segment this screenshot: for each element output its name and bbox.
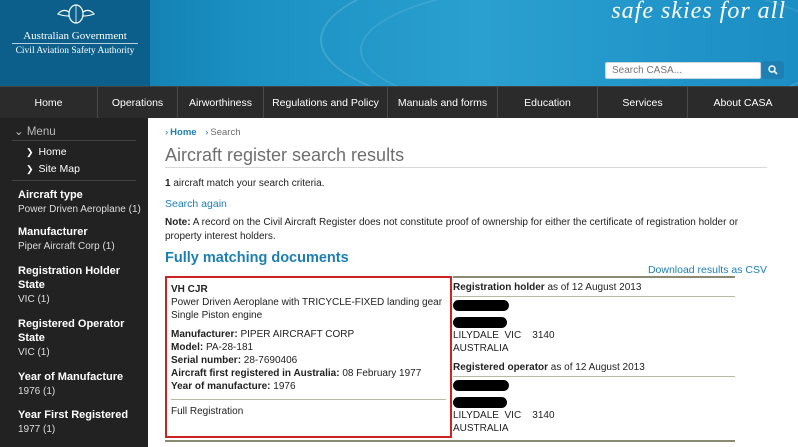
facet-title-registered-operator-state: Registered Operator State bbox=[18, 318, 125, 344]
holder-city-line: LILYDALE VIC 3140 bbox=[453, 330, 555, 341]
sidebar-link-home[interactable]: ❯ Home bbox=[26, 146, 67, 158]
breadcrumb-home-link[interactable]: Home bbox=[170, 127, 196, 138]
chevron-right-icon: › bbox=[165, 127, 169, 138]
operator-divider bbox=[453, 376, 735, 377]
page-title: Aircraft register search results bbox=[165, 145, 405, 165]
facet-value-manufacturer[interactable]: Piper Aircraft Corp (1) bbox=[18, 241, 115, 252]
year-of-manufacture-value: 1976 bbox=[270, 381, 296, 392]
nav-airworthiness[interactable]: Airworthiness bbox=[178, 87, 264, 119]
redacted-operator-name bbox=[453, 380, 509, 391]
holder-operator-column: Registration holder as of 12 August 2013… bbox=[453, 276, 735, 435]
facet-value-year-of-manufacture[interactable]: 1976 (1) bbox=[18, 386, 55, 397]
note-label: Note: bbox=[165, 217, 191, 228]
site-search-input[interactable] bbox=[605, 62, 761, 79]
operator-city-line: LILYDALE VIC 3140 bbox=[453, 410, 555, 421]
menu-toggle[interactable]: ⌄ Menu bbox=[14, 124, 56, 138]
registration-mark[interactable]: VH CJR bbox=[171, 283, 446, 296]
facet-title-manufacturer: Manufacturer bbox=[18, 226, 88, 238]
first-registered-label: Aircraft first registered in Australia: bbox=[171, 368, 340, 379]
sidebar-divider bbox=[12, 140, 136, 141]
coat-of-arms-icon bbox=[57, 4, 95, 24]
breadcrumb: › Home › Search bbox=[165, 127, 241, 138]
first-registered-value: 08 February 1977 bbox=[339, 368, 422, 379]
first-registered-row: Aircraft first registered in Australia: … bbox=[171, 367, 446, 380]
sidebar: ⌄ Menu ❯ Home ❯ Site Map Aircraft type Pow… bbox=[0, 118, 148, 447]
chevron-right-icon: ❯ bbox=[26, 147, 34, 157]
authority-name: Civil Aviation Safety Authority bbox=[15, 46, 135, 56]
facet-value-registration-holder-state[interactable]: VIC (1) bbox=[18, 294, 50, 305]
aircraft-description: Power Driven Aeroplane with TRICYCLE-FIX… bbox=[171, 297, 443, 308]
facet-value-year-first-registered[interactable]: 1977 (1) bbox=[18, 424, 55, 435]
main-navigation: Home Operations Airworthiness Regulation… bbox=[0, 86, 798, 119]
nav-home[interactable]: Home bbox=[0, 87, 98, 119]
facet-value-aircraft-type[interactable]: Power Driven Aeroplane (1) bbox=[18, 204, 141, 215]
nav-operations[interactable]: Operations bbox=[98, 87, 178, 119]
site-search-button[interactable] bbox=[762, 61, 784, 79]
chevron-right-icon: ❯ bbox=[26, 164, 34, 174]
download-csv-link[interactable]: Download results as CSV bbox=[648, 264, 767, 276]
record-bottom-rule bbox=[165, 440, 735, 442]
serial-label: Serial number: bbox=[171, 355, 242, 366]
redacted-operator-address bbox=[453, 397, 507, 408]
registration-holder-label: Registration holder bbox=[453, 282, 545, 293]
site-header: Australian Government Civil Aviation Saf… bbox=[0, 0, 798, 86]
logo-divider bbox=[12, 43, 138, 44]
sidebar-link-site-map[interactable]: ❯ Site Map bbox=[26, 163, 80, 175]
government-name: Australian Government bbox=[23, 30, 127, 42]
holder-country: AUSTRALIA bbox=[453, 343, 509, 354]
nav-regulations-and-policy[interactable]: Regulations and Policy bbox=[264, 87, 388, 119]
match-count-text: 1 aircraft match your search criteria. bbox=[165, 178, 325, 189]
registered-operator-date: as of 12 August 2013 bbox=[548, 362, 645, 373]
breadcrumb-current: Search bbox=[210, 127, 241, 138]
manufacturer-label: Manufacturer: bbox=[171, 329, 238, 340]
sidebar-divider bbox=[12, 180, 136, 181]
title-divider bbox=[165, 167, 767, 168]
facet-value-registered-operator-state[interactable]: VIC (1) bbox=[18, 347, 50, 358]
serial-value: 28-7690406 bbox=[241, 355, 298, 366]
year-of-manufacture-label: Year of manufacture: bbox=[171, 381, 271, 392]
operator-country: AUSTRALIA bbox=[453, 423, 509, 434]
search-icon bbox=[768, 65, 778, 75]
note-text: A record on the Civil Aircraft Register … bbox=[165, 217, 739, 242]
model-value: PA-28-181 bbox=[203, 342, 254, 353]
engine-type: Single Piston engine bbox=[171, 310, 263, 321]
facet-title-registration-holder-state: Registration Holder State bbox=[18, 265, 121, 291]
chevron-right-icon: › bbox=[205, 127, 209, 138]
manufacturer-value: PIPER AIRCRAFT CORP bbox=[237, 329, 355, 340]
search-again-link[interactable]: Search again bbox=[165, 198, 227, 210]
match-count-suffix: aircraft match your search criteria. bbox=[170, 178, 325, 189]
registration-holder-date: as of 12 August 2013 bbox=[544, 282, 642, 293]
aircraft-record-card: VH CJR Power Driven Aeroplane with TRICY… bbox=[165, 276, 452, 438]
record-divider bbox=[171, 399, 446, 400]
model-label: Model: bbox=[171, 342, 204, 353]
serial-row: Serial number: 28-7690406 bbox=[171, 354, 446, 367]
holder-top-rule bbox=[453, 276, 735, 278]
sidebar-link-label: Home bbox=[38, 146, 67, 158]
nav-about-casa[interactable]: About CASA bbox=[688, 87, 798, 119]
registered-operator-heading: Registered operator as of 12 August 2013 bbox=[453, 361, 735, 374]
redacted-holder-address bbox=[453, 317, 507, 328]
casa-logo[interactable]: Australian Government Civil Aviation Saf… bbox=[0, 0, 150, 86]
manufacturer-row: Manufacturer: PIPER AIRCRAFT CORP bbox=[171, 328, 446, 341]
year-of-manufacture-row: Year of manufacture: 1976 bbox=[171, 380, 446, 393]
tagline: safe skies for all bbox=[611, 0, 786, 24]
menu-label: Menu bbox=[26, 126, 56, 138]
nav-services[interactable]: Services bbox=[598, 87, 688, 119]
registered-operator-label: Registered operator bbox=[453, 362, 549, 373]
registration-status: Full Registration bbox=[171, 406, 244, 417]
holder-divider bbox=[453, 296, 735, 297]
sidebar-link-label: Site Map bbox=[38, 163, 80, 175]
section-title: Fully matching documents bbox=[165, 250, 349, 266]
ownership-note: Note: A record on the Civil Aircraft Reg… bbox=[165, 216, 765, 244]
redacted-holder-name bbox=[453, 300, 509, 311]
facet-title-year-of-manufacture: Year of Manufacture bbox=[18, 371, 124, 383]
facet-title-aircraft-type: Aircraft type bbox=[18, 189, 83, 201]
registration-holder-heading: Registration holder as of 12 August 2013 bbox=[453, 281, 735, 294]
chevron-down-icon: ⌄ bbox=[14, 126, 24, 138]
nav-education[interactable]: Education bbox=[498, 87, 598, 119]
facet-title-year-first-registered: Year First Registered bbox=[18, 409, 129, 421]
main-content: › Home › Search Aircraft register search r… bbox=[148, 118, 798, 447]
model-row: Model: PA-28-181 bbox=[171, 341, 446, 354]
nav-manuals-and-forms[interactable]: Manuals and forms bbox=[388, 87, 498, 119]
